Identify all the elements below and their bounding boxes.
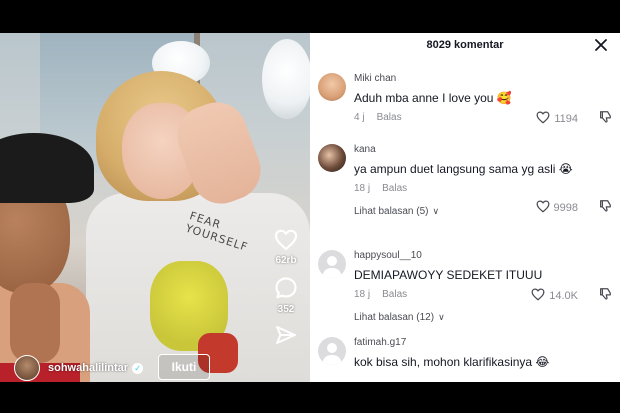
video-player[interactable]: FEAR YOURSELF 62rb 352 sohwahalilintar ✓… [0, 33, 310, 382]
follow-button[interactable]: Ikuti [158, 354, 210, 380]
comment-action[interactable]: 352 [268, 276, 304, 315]
comments-count-title: 8029 komentar [426, 39, 504, 51]
commenter-avatar[interactable] [318, 144, 346, 172]
heart-outline-icon[interactable] [536, 111, 550, 127]
comment-meta: 18 j Balas [354, 183, 604, 194]
comment-like[interactable]: 14.0K [531, 288, 578, 304]
comment-username[interactable]: fatimah.g17 [354, 337, 604, 348]
comment-item: fatimah.g17 kok bisa sih, mohon klarifik… [318, 337, 618, 382]
reply-button[interactable]: Balas [377, 112, 402, 123]
comment-body: happysoul__10 DEMIAPAWOYY SEDEKET ITUUU … [354, 250, 604, 323]
share-action[interactable] [268, 325, 304, 345]
heart-outline-icon[interactable] [531, 288, 545, 304]
softbox-light [262, 39, 310, 119]
commenter-avatar[interactable] [318, 73, 346, 101]
comment-body: fatimah.g17 kok bisa sih, mohon klarifik… [354, 337, 604, 370]
thumbs-down-icon[interactable] [598, 199, 612, 218]
comment-count: 352 [277, 304, 295, 315]
comment-like-count: 14.0K [549, 290, 578, 302]
person-left-cap [0, 133, 94, 203]
comment-like[interactable]: 9998 [536, 200, 578, 216]
video-author[interactable]: sohwahalilintar ✓ [14, 353, 144, 382]
reply-button[interactable]: Balas [382, 289, 407, 300]
comment-item: kana ya ampun duet langsung sama yg asli… [318, 144, 618, 240]
chevron-down-icon: ∨ [432, 206, 440, 216]
reply-button[interactable]: Balas [382, 183, 407, 194]
comments-panel: 8029 komentar Miki chan Aduh mba anne I … [310, 33, 620, 382]
thumbs-down-icon[interactable] [598, 287, 612, 306]
view-replies-button[interactable]: Lihat balasan (12) ∨ [354, 312, 604, 323]
comments-header: 8029 komentar [310, 33, 620, 61]
comment-text: DEMIAPAWOYY SEDEKET ITUUU [354, 268, 543, 282]
comment-text: ya ampun duet langsung sama yg asli 😭 [354, 162, 573, 176]
verified-badge-icon: ✓ [132, 362, 144, 374]
commenter-avatar[interactable] [318, 337, 346, 365]
person-left-peace-hand [10, 283, 60, 363]
commenter-avatar[interactable] [318, 250, 346, 278]
comment-time: 18 j [354, 289, 371, 300]
author-username[interactable]: sohwahalilintar [48, 362, 128, 374]
view-replies-label[interactable]: Lihat balasan (5) [354, 206, 429, 217]
like-count: 62rb [275, 255, 297, 266]
video-action-rail: 62rb 352 [268, 229, 304, 355]
comment-time: 18 j [354, 183, 371, 194]
comment-time: 4 j [354, 112, 365, 123]
close-icon[interactable] [592, 36, 610, 54]
comment-like-count: 9998 [553, 202, 578, 214]
chevron-down-icon: ∨ [438, 312, 445, 322]
comment-like-count: 1194 [554, 113, 578, 125]
comment-bubble-icon[interactable] [274, 276, 298, 300]
app-frame: FEAR YOURSELF 62rb 352 sohwahalilintar ✓… [0, 33, 620, 382]
comment-text: kok bisa sih, mohon klarifikasinya 😂 [354, 355, 550, 369]
heart-outline-icon[interactable] [536, 200, 550, 216]
thumbs-down-icon[interactable] [598, 110, 612, 129]
author-avatar[interactable] [14, 355, 40, 381]
comment-username[interactable]: kana [354, 144, 604, 155]
comment-username[interactable]: Miki chan [354, 73, 604, 84]
comment-item: Miki chan Aduh mba anne I love you 🥰 4 j… [318, 73, 618, 133]
comment-item: happysoul__10 DEMIAPAWOYY SEDEKET ITUUU … [318, 250, 618, 328]
heart-icon[interactable] [274, 229, 298, 251]
comment-text: Aduh mba anne I love you 🥰 [354, 91, 512, 105]
like-action[interactable]: 62rb [268, 229, 304, 266]
comment-like[interactable]: 1194 [536, 111, 578, 127]
view-replies-label[interactable]: Lihat balasan (12) [354, 312, 434, 323]
comment-username[interactable]: happysoul__10 [354, 250, 604, 261]
person-left [0, 133, 100, 382]
share-send-icon[interactable] [275, 325, 297, 345]
